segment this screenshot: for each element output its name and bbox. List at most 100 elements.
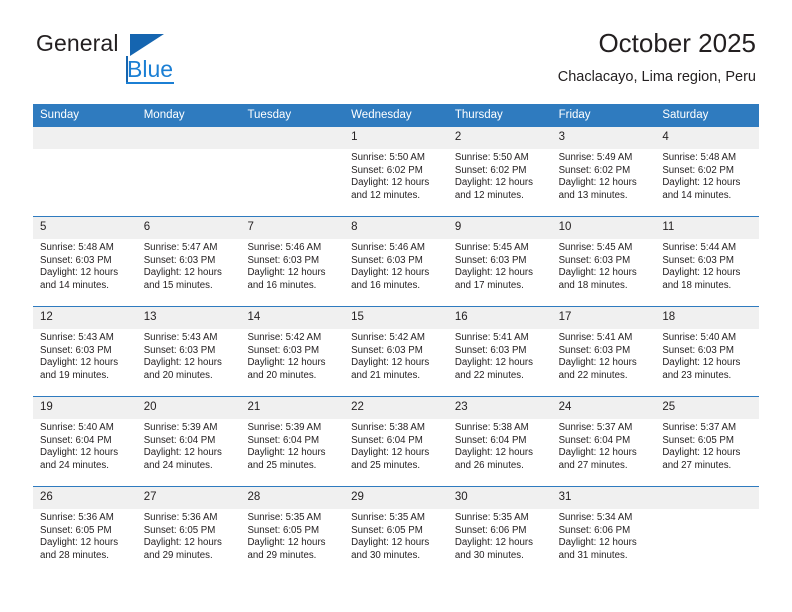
sunrise-text: Sunrise: 5:48 AM	[662, 152, 737, 163]
daylight-text-line1: Daylight: 12 hours	[143, 357, 222, 369]
daylight-text-line2: and 18 minutes.	[558, 279, 628, 291]
day-cell[interactable]: 15 Sunrise: 5:42 AM Sunset: 6:03 PM Dayligh…	[344, 307, 448, 396]
day-number: 25	[655, 397, 760, 419]
daylight-text-line1: Daylight: 12 hours	[351, 447, 430, 459]
day-cell[interactable]: 13 Sunrise: 5:43 AM Sunset: 6:03 PM Dayligh…	[136, 307, 241, 396]
sunrise-text: Sunrise: 5:41 AM	[454, 332, 529, 343]
day-cell[interactable]: 19 Sunrise: 5:40 AM Sunset: 6:04 PM Dayligh…	[33, 397, 137, 486]
day-cell[interactable]: 17 Sunrise: 5:41 AM Sunset: 6:03 PM Dayligh…	[551, 307, 656, 396]
day-cell[interactable]: 24 Sunrise: 5:37 AM Sunset: 6:04 PM Dayligh…	[551, 397, 656, 486]
day-cell[interactable]: 8 Sunrise: 5:46 AM Sunset: 6:03 PM Daylight…	[344, 217, 448, 306]
sunrise-text: Sunrise: 5:45 AM	[558, 242, 633, 253]
day-cell[interactable]: 6 Sunrise: 5:47 AM Sunset: 6:03 PM Daylight…	[136, 217, 241, 306]
day-cell[interactable]: 29 Sunrise: 5:35 AM Sunset: 6:05 PM Dayligh…	[344, 487, 448, 576]
calendar-body: 1 Sunrise: 5:50 AM Sunset: 6:02 PM Daylight…	[33, 127, 760, 576]
sunrise-text: Sunrise: 5:45 AM	[454, 242, 529, 253]
sunrise-text: Sunrise: 5:44 AM	[662, 242, 737, 253]
daylight-text-line1: Daylight: 12 hours	[662, 447, 741, 459]
daylight-text-line2: and 19 minutes.	[40, 369, 109, 381]
day-number	[136, 127, 241, 149]
day-cell[interactable]: 12 Sunrise: 5:43 AM Sunset: 6:03 PM Dayligh…	[33, 307, 137, 396]
day-cell[interactable]: 2 Sunrise: 5:50 AM Sunset: 6:02 PM Daylight…	[447, 127, 552, 216]
daylight-text-line1: Daylight: 12 hours	[558, 357, 637, 369]
day-cell[interactable]: 18 Sunrise: 5:40 AM Sunset: 6:03 PM Dayligh…	[655, 307, 760, 396]
daylight-text-line2: and 13 minutes.	[558, 189, 628, 201]
day-number: 4	[655, 127, 760, 149]
day-cell[interactable]: 7 Sunrise: 5:46 AM Sunset: 6:03 PM Daylight…	[240, 217, 345, 306]
day-sun-info: Sunrise: 5:39 AM Sunset: 6:04 PM Daylight:…	[240, 419, 344, 472]
daylight-text-line2: and 28 minutes.	[40, 549, 109, 561]
sunset-text: Sunset: 6:03 PM	[351, 344, 423, 356]
day-cell[interactable]: 23 Sunrise: 5:38 AM Sunset: 6:04 PM Dayligh…	[447, 397, 552, 486]
day-cell[interactable]: 25 Sunrise: 5:37 AM Sunset: 6:05 PM Dayligh…	[655, 397, 760, 486]
day-number: 24	[551, 397, 656, 419]
day-sun-info: Sunrise: 5:43 AM Sunset: 6:03 PM Daylight:…	[137, 329, 241, 382]
day-sun-info: Sunrise: 5:36 AM Sunset: 6:05 PM Daylight:…	[33, 509, 137, 562]
calendar-week-row: 12 Sunrise: 5:43 AM Sunset: 6:03 PM Dayligh…	[33, 306, 760, 396]
daylight-text-line1: Daylight: 12 hours	[40, 267, 119, 279]
day-cell[interactable]: 14 Sunrise: 5:42 AM Sunset: 6:03 PM Dayligh…	[240, 307, 345, 396]
day-cell[interactable]: 3 Sunrise: 5:49 AM Sunset: 6:02 PM Daylight…	[551, 127, 656, 216]
daylight-text-line1: Daylight: 12 hours	[558, 267, 637, 279]
daylight-text-line2: and 30 minutes.	[454, 549, 524, 561]
day-cell[interactable]: 26 Sunrise: 5:36 AM Sunset: 6:05 PM Dayligh…	[33, 487, 137, 576]
day-sun-info: Sunrise: 5:36 AM Sunset: 6:05 PM Daylight:…	[137, 509, 241, 562]
day-number: 17	[551, 307, 656, 329]
sunrise-text: Sunrise: 5:40 AM	[40, 422, 114, 433]
weekday-header-thursday: Thursday	[454, 109, 503, 121]
day-cell[interactable]: 5 Sunrise: 5:48 AM Sunset: 6:03 PM Daylight…	[33, 217, 137, 306]
sunrise-text: Sunrise: 5:49 AM	[558, 152, 633, 163]
sunset-text: Sunset: 6:03 PM	[558, 344, 631, 356]
daylight-text-line1: Daylight: 12 hours	[247, 357, 326, 369]
day-cell[interactable]: 9 Sunrise: 5:45 AM Sunset: 6:03 PM Daylight…	[447, 217, 552, 306]
sunrise-text: Sunrise: 5:50 AM	[454, 152, 529, 163]
brand-logo[interactable]: General Blue	[36, 30, 226, 92]
daylight-text-line2: and 14 minutes.	[40, 279, 109, 291]
daylight-text-line2: and 24 minutes.	[40, 459, 109, 471]
daylight-text-line2: and 14 minutes.	[662, 189, 732, 201]
daylight-text-line1: Daylight: 12 hours	[143, 537, 222, 549]
day-cell[interactable]: 22 Sunrise: 5:38 AM Sunset: 6:04 PM Dayligh…	[344, 397, 448, 486]
day-cell[interactable]: 21 Sunrise: 5:39 AM Sunset: 6:04 PM Dayligh…	[240, 397, 345, 486]
day-number: 16	[447, 307, 552, 329]
day-number: 13	[136, 307, 241, 329]
day-sun-info: Sunrise: 5:34 AM Sunset: 6:06 PM Daylight:…	[552, 509, 656, 562]
day-sun-info: Sunrise: 5:50 AM Sunset: 6:02 PM Daylight:…	[344, 149, 448, 202]
sunset-text: Sunset: 6:03 PM	[247, 254, 320, 266]
day-sun-info: Sunrise: 5:41 AM Sunset: 6:03 PM Daylight:…	[448, 329, 552, 382]
daylight-text-line2: and 15 minutes.	[143, 279, 213, 291]
daylight-text-line1: Daylight: 12 hours	[40, 447, 119, 459]
day-cell[interactable]: 4 Sunrise: 5:48 AM Sunset: 6:02 PM Daylight…	[655, 127, 760, 216]
day-cell[interactable]: 16 Sunrise: 5:41 AM Sunset: 6:03 PM Dayligh…	[447, 307, 552, 396]
day-number: 23	[447, 397, 552, 419]
day-number: 14	[240, 307, 345, 329]
day-number	[33, 127, 137, 149]
day-number: 29	[344, 487, 448, 509]
day-sun-info: Sunrise: 5:42 AM Sunset: 6:03 PM Daylight:…	[344, 329, 448, 382]
day-number: 3	[551, 127, 656, 149]
sunset-text: Sunset: 6:03 PM	[143, 344, 216, 356]
day-cell[interactable]: 28 Sunrise: 5:35 AM Sunset: 6:05 PM Dayligh…	[240, 487, 345, 576]
day-sun-info: Sunrise: 5:40 AM Sunset: 6:03 PM Daylight:…	[655, 329, 759, 382]
day-number: 7	[240, 217, 345, 239]
weekday-header-row: Sunday Monday Tuesday Wednesday Thursday Frid…	[33, 104, 759, 127]
day-sun-info: Sunrise: 5:35 AM Sunset: 6:05 PM Daylight:…	[240, 509, 344, 562]
day-cell[interactable]: 1 Sunrise: 5:50 AM Sunset: 6:02 PM Daylight…	[344, 127, 448, 216]
page-title: October 2025	[598, 28, 756, 58]
brand-triangle-icon	[130, 34, 164, 56]
day-number: 22	[344, 397, 448, 419]
sunrise-text: Sunrise: 5:36 AM	[40, 512, 114, 523]
sunset-text: Sunset: 6:05 PM	[351, 524, 423, 536]
sunrise-text: Sunrise: 5:46 AM	[247, 242, 322, 253]
brand-name-general: General	[36, 30, 119, 56]
day-cell[interactable]: 11 Sunrise: 5:44 AM Sunset: 6:03 PM Dayligh…	[655, 217, 760, 306]
day-cell[interactable]: 30 Sunrise: 5:35 AM Sunset: 6:06 PM Dayligh…	[447, 487, 552, 576]
sunset-text: Sunset: 6:03 PM	[143, 254, 216, 266]
day-cell[interactable]: 27 Sunrise: 5:36 AM Sunset: 6:05 PM Dayligh…	[136, 487, 241, 576]
day-cell[interactable]: 31 Sunrise: 5:34 AM Sunset: 6:06 PM Dayligh…	[551, 487, 656, 576]
day-cell[interactable]: 20 Sunrise: 5:39 AM Sunset: 6:04 PM Dayligh…	[136, 397, 241, 486]
daylight-text-line2: and 12 minutes.	[454, 189, 524, 201]
daylight-text-line1: Daylight: 12 hours	[558, 177, 637, 189]
day-cell[interactable]: 10 Sunrise: 5:45 AM Sunset: 6:03 PM Dayligh…	[551, 217, 656, 306]
daylight-text-line1: Daylight: 12 hours	[351, 537, 430, 549]
